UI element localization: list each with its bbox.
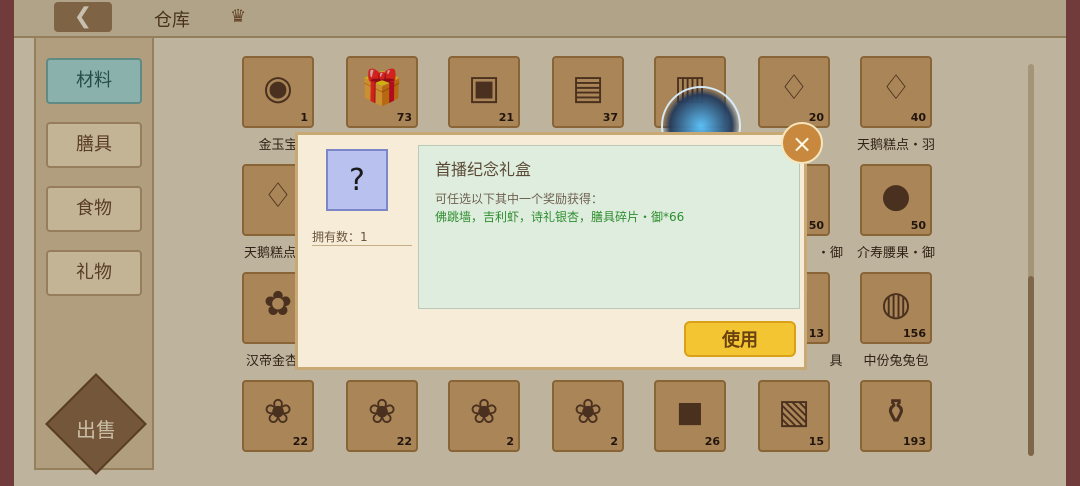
item-title: 首播纪念礼盒 [435, 160, 532, 179]
use-button[interactable]: 使用 [684, 321, 796, 357]
description-panel: 首播纪念礼盒 可任选以下其中一个奖励获得： 佛跳墙，吉利虾，诗礼银杏，膳具碎片・… [418, 145, 800, 309]
item-detail-modal: ? 拥有数：1 首播纪念礼盒 可任选以下其中一个奖励获得： 佛跳墙，吉利虾，诗礼… [295, 132, 807, 370]
item-thumbnail: ? [326, 149, 388, 211]
reward-list: 佛跳墙，吉利虾，诗礼银杏，膳具碎片・御*66 [435, 210, 685, 224]
owned-count: 拥有数：1 [312, 230, 368, 244]
divider [312, 245, 412, 246]
reward-intro: 可任选以下其中一个奖励获得： [435, 192, 604, 206]
close-button[interactable]: × [781, 122, 823, 164]
question-mark-icon: ? [349, 163, 365, 198]
